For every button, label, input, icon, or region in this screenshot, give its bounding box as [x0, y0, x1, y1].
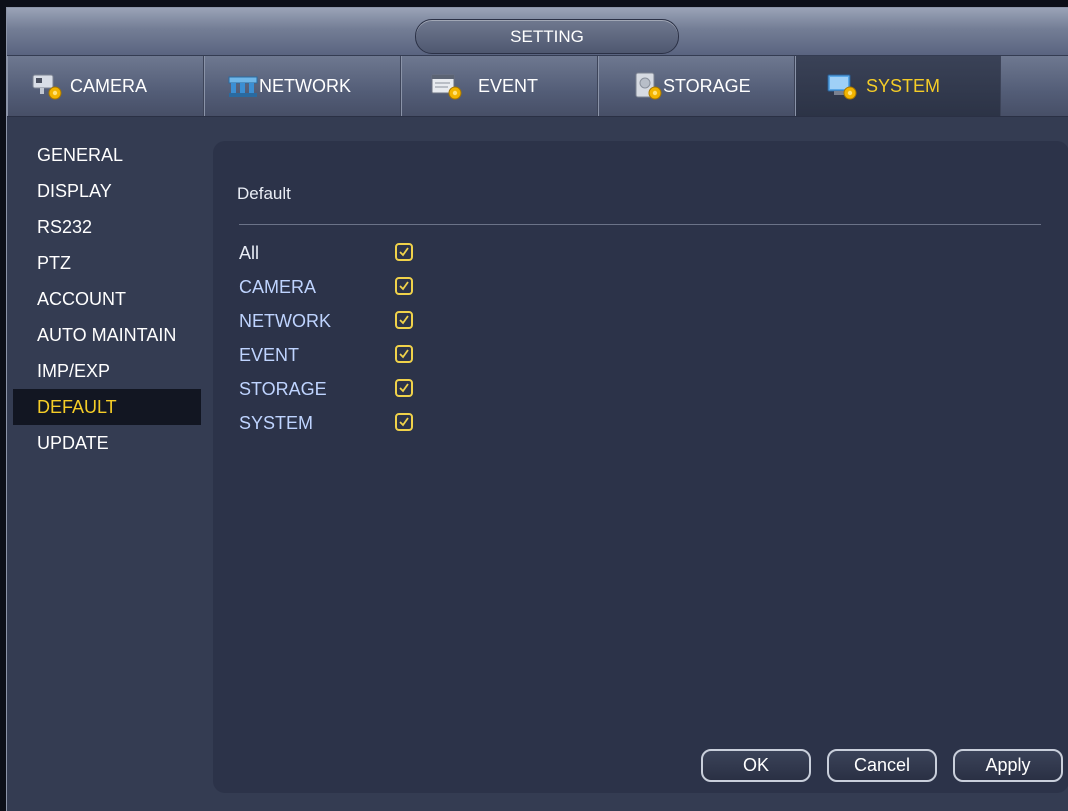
checkmark-icon	[399, 383, 409, 393]
cancel-button[interactable]: Cancel	[827, 749, 937, 782]
option-row-storage: STORAGE	[239, 377, 439, 403]
option-row-all: All	[239, 241, 439, 267]
title-bar: SETTING	[7, 8, 1068, 55]
checkmark-icon	[399, 349, 409, 359]
main-tab-bar: CAMERA NETWORK EVENT STORAGE SYSTEM	[7, 56, 1068, 117]
network-settings-icon	[228, 76, 258, 97]
option-label-storage: STORAGE	[239, 379, 327, 399]
option-label-system: SYSTEM	[239, 413, 314, 433]
option-row-system: SYSTEM	[239, 411, 439, 437]
default-settings-panel: Default All CAMERA NETWORK EVENT STORAGE…	[213, 141, 1068, 793]
tab-system[interactable]: SYSTEM	[795, 56, 1001, 116]
option-row-network: NETWORK	[239, 309, 439, 335]
storage-settings-icon	[635, 72, 662, 100]
sidebar-item-default[interactable]: DEFAULT	[13, 389, 201, 425]
sidebar-item-rs232[interactable]: RS232	[13, 209, 201, 245]
system-settings-icon	[827, 74, 857, 100]
option-row-camera: CAMERA	[239, 275, 439, 301]
sidebar-item-general[interactable]: GENERAL	[13, 137, 201, 173]
tab-storage-label: STORAGE	[663, 75, 751, 96]
camera-settings-icon	[32, 74, 62, 100]
checkbox-camera[interactable]	[395, 277, 413, 295]
tab-system-label: SYSTEM	[866, 75, 941, 96]
checkbox-network[interactable]	[395, 311, 413, 329]
tab-network-label: NETWORK	[259, 75, 351, 96]
checkbox-system[interactable]	[395, 413, 413, 431]
tab-storage[interactable]: STORAGE	[598, 56, 795, 116]
panel-divider	[239, 224, 1041, 225]
apply-button[interactable]: Apply	[953, 749, 1063, 782]
ok-button[interactable]: OK	[701, 749, 811, 782]
checkmark-icon	[399, 247, 409, 257]
checkmark-icon	[399, 417, 409, 427]
checkbox-event[interactable]	[395, 345, 413, 363]
sidebar-item-display[interactable]: DISPLAY	[13, 173, 201, 209]
sidebar-item-auto-maintain[interactable]: AUTO MAINTAIN	[13, 317, 201, 353]
option-row-event: EVENT	[239, 343, 439, 369]
option-label-camera: CAMERA	[239, 277, 317, 297]
tab-event[interactable]: EVENT	[401, 56, 598, 116]
checkbox-storage[interactable]	[395, 379, 413, 397]
event-settings-icon	[431, 74, 462, 100]
panel-title: Default	[237, 184, 291, 203]
checkmark-icon	[399, 315, 409, 325]
sidebar-item-imp-exp[interactable]: IMP/EXP	[13, 353, 201, 389]
tab-camera-label: CAMERA	[70, 75, 148, 96]
checkbox-all[interactable]	[395, 243, 413, 261]
sidebar-item-update[interactable]: UPDATE	[13, 425, 201, 461]
window-title: SETTING	[415, 19, 679, 54]
sidebar-item-account[interactable]: ACCOUNT	[13, 281, 201, 317]
checkmark-icon	[399, 281, 409, 291]
tab-network[interactable]: NETWORK	[204, 56, 401, 116]
sidebar-menu: GENERAL DISPLAY RS232 PTZ ACCOUNT AUTO M…	[13, 137, 201, 461]
tab-event-label: EVENT	[478, 75, 539, 96]
settings-window: SETTING CAMERA NETWORK EVENT STORAGE SYS…	[6, 7, 1068, 811]
tab-camera[interactable]: CAMERA	[7, 56, 204, 116]
option-label-network: NETWORK	[239, 311, 331, 331]
sidebar-item-ptz[interactable]: PTZ	[13, 245, 201, 281]
option-label-all: All	[239, 243, 260, 263]
option-label-event: EVENT	[239, 345, 300, 365]
